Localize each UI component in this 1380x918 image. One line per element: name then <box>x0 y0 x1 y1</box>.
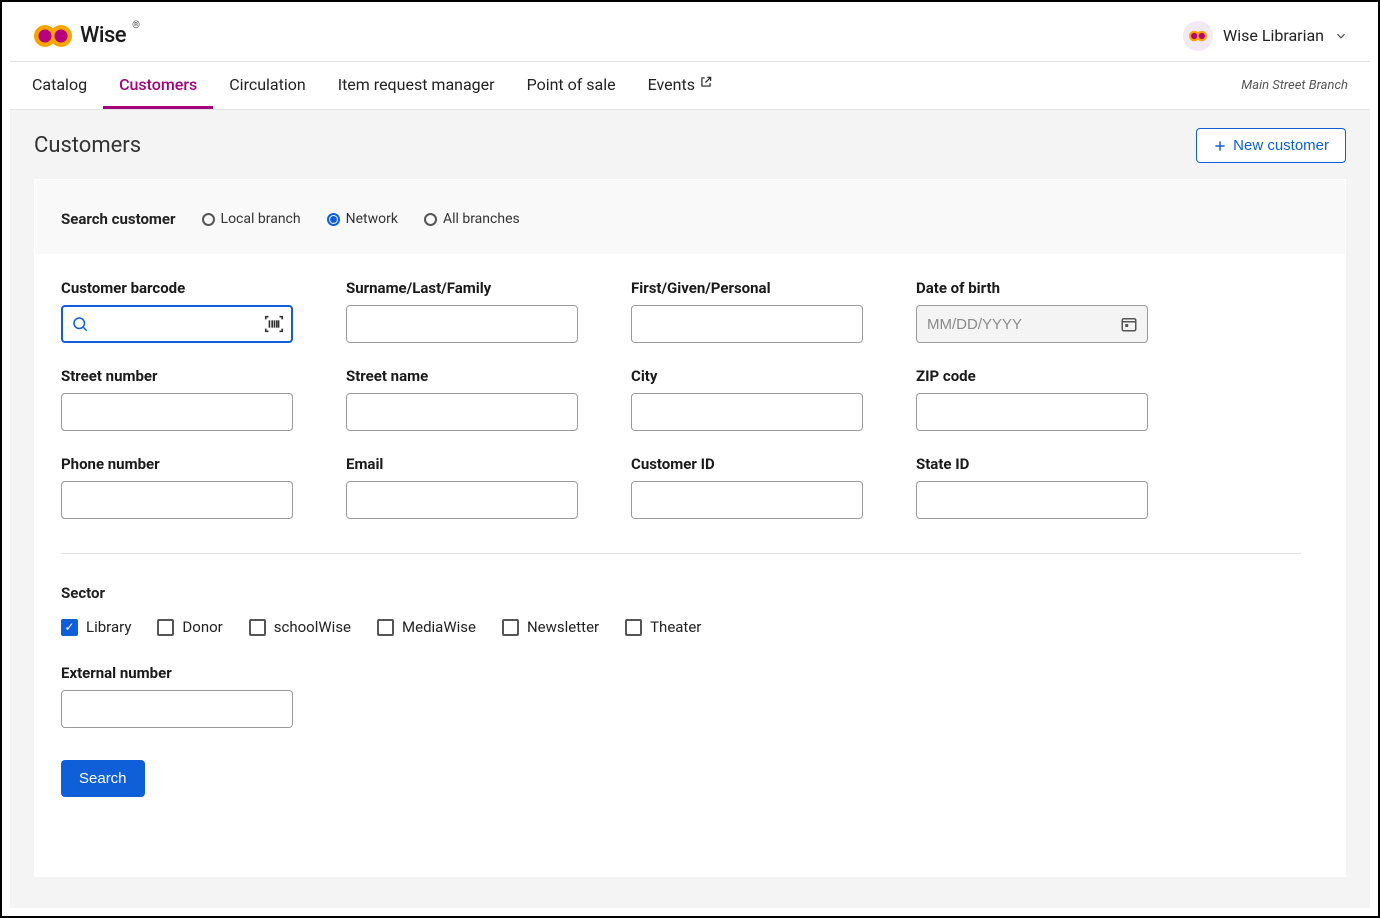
customerid-input[interactable] <box>631 481 863 519</box>
city-label: City <box>631 367 876 385</box>
streetnum-label: Street number <box>61 367 306 385</box>
external-label: External number <box>61 664 293 682</box>
divider <box>61 553 1301 554</box>
checkbox-label: schoolWise <box>274 618 351 636</box>
nav-events[interactable]: Events <box>632 62 729 109</box>
checkbox-icon <box>502 619 519 636</box>
page-title: Customers <box>34 133 141 158</box>
sector-check-donor[interactable]: Donor <box>157 618 222 636</box>
email-label: Email <box>346 455 591 473</box>
checkbox-icon: ✓ <box>61 619 78 636</box>
stateid-label: State ID <box>916 455 1161 473</box>
nav-point-of-sale[interactable]: Point of sale <box>511 62 632 109</box>
plus-icon <box>1213 139 1227 153</box>
sector-check-newsletter[interactable]: Newsletter <box>502 618 599 636</box>
checkbox-icon <box>625 619 642 636</box>
sector-check-theater[interactable]: Theater <box>625 618 701 636</box>
chevron-down-icon <box>1334 29 1348 43</box>
radio-icon <box>327 213 340 226</box>
scope-radio-all-branches[interactable]: All branches <box>424 211 520 227</box>
scope-radio-group: Local branch Network All branches <box>202 211 520 227</box>
sector-check-library[interactable]: ✓ Library <box>61 618 131 636</box>
search-panel: Search customer Local branch Network All b… <box>34 179 1346 877</box>
brand-registered: ® <box>132 20 140 31</box>
nav-item-request-manager[interactable]: Item request manager <box>322 62 511 109</box>
stateid-input[interactable] <box>916 481 1148 519</box>
external-link-icon <box>699 75 713 93</box>
radio-label: All branches <box>443 211 520 227</box>
radio-icon <box>424 213 437 226</box>
user-name: Wise Librarian <box>1223 26 1324 45</box>
surname-input[interactable] <box>346 305 578 343</box>
zip-label: ZIP code <box>916 367 1161 385</box>
nav-catalog[interactable]: Catalog <box>32 62 103 109</box>
search-heading: Search customer <box>61 210 176 228</box>
sector-check-schoolwise[interactable]: schoolWise <box>249 618 351 636</box>
scope-radio-network[interactable]: Network <box>327 211 398 227</box>
checkbox-label: Newsletter <box>527 618 599 636</box>
checkbox-icon <box>377 619 394 636</box>
sector-label: Sector <box>61 584 1319 602</box>
barcode-scan-icon[interactable] <box>263 313 285 335</box>
checkbox-label: Donor <box>182 618 222 636</box>
streetname-label: Street name <box>346 367 591 385</box>
search-scope-header: Search customer Local branch Network All b… <box>35 180 1345 255</box>
checkbox-label: Library <box>86 618 131 636</box>
external-input[interactable] <box>61 690 293 728</box>
zip-input[interactable] <box>916 393 1148 431</box>
topbar: Wise ® Wise Librarian <box>10 10 1370 62</box>
main-nav: CatalogCustomersCirculationItem request … <box>10 62 1370 110</box>
surname-label: Surname/Last/Family <box>346 279 591 297</box>
checkbox-icon <box>249 619 266 636</box>
calendar-icon[interactable] <box>1120 315 1138 333</box>
nav-circulation[interactable]: Circulation <box>213 62 321 109</box>
radio-icon <box>202 213 215 226</box>
page-body: Customers New customer Search customer L… <box>10 110 1370 908</box>
dob-label: Date of birth <box>916 279 1161 297</box>
phone-label: Phone number <box>61 455 306 473</box>
barcode-label: Customer barcode <box>61 279 306 297</box>
sector-check-mediawise[interactable]: MediaWise <box>377 618 476 636</box>
radio-label: Local branch <box>221 211 301 227</box>
first-label: First/Given/Personal <box>631 279 876 297</box>
phone-input[interactable] <box>61 481 293 519</box>
city-input[interactable] <box>631 393 863 431</box>
search-icon <box>71 315 89 333</box>
checkbox-icon <box>157 619 174 636</box>
streetname-input[interactable] <box>346 393 578 431</box>
scope-radio-local-branch[interactable]: Local branch <box>202 211 301 227</box>
checkbox-label: Theater <box>650 618 701 636</box>
barcode-input[interactable] <box>61 305 293 343</box>
nav-customers[interactable]: Customers <box>103 62 213 109</box>
search-button-label: Search <box>79 770 127 787</box>
new-customer-button[interactable]: New customer <box>1196 128 1346 163</box>
branch-label: Main Street Branch <box>1241 62 1348 109</box>
user-menu[interactable]: Wise Librarian <box>1183 21 1348 51</box>
brand-logo[interactable]: Wise ® <box>32 23 140 49</box>
email-input[interactable] <box>346 481 578 519</box>
radio-label: Network <box>346 211 398 227</box>
customerid-label: Customer ID <box>631 455 876 473</box>
user-avatar <box>1183 21 1213 51</box>
wise-logo-icon <box>32 23 74 49</box>
checkbox-label: MediaWise <box>402 618 476 636</box>
new-customer-label: New customer <box>1233 137 1329 154</box>
sector-checkboxes: ✓ Library Donor schoolWise MediaWise Newslett… <box>61 618 1319 636</box>
brand-name: Wise <box>80 23 126 48</box>
search-button[interactable]: Search <box>61 760 145 797</box>
dob-input[interactable] <box>916 305 1148 343</box>
first-input[interactable] <box>631 305 863 343</box>
streetnum-input[interactable] <box>61 393 293 431</box>
